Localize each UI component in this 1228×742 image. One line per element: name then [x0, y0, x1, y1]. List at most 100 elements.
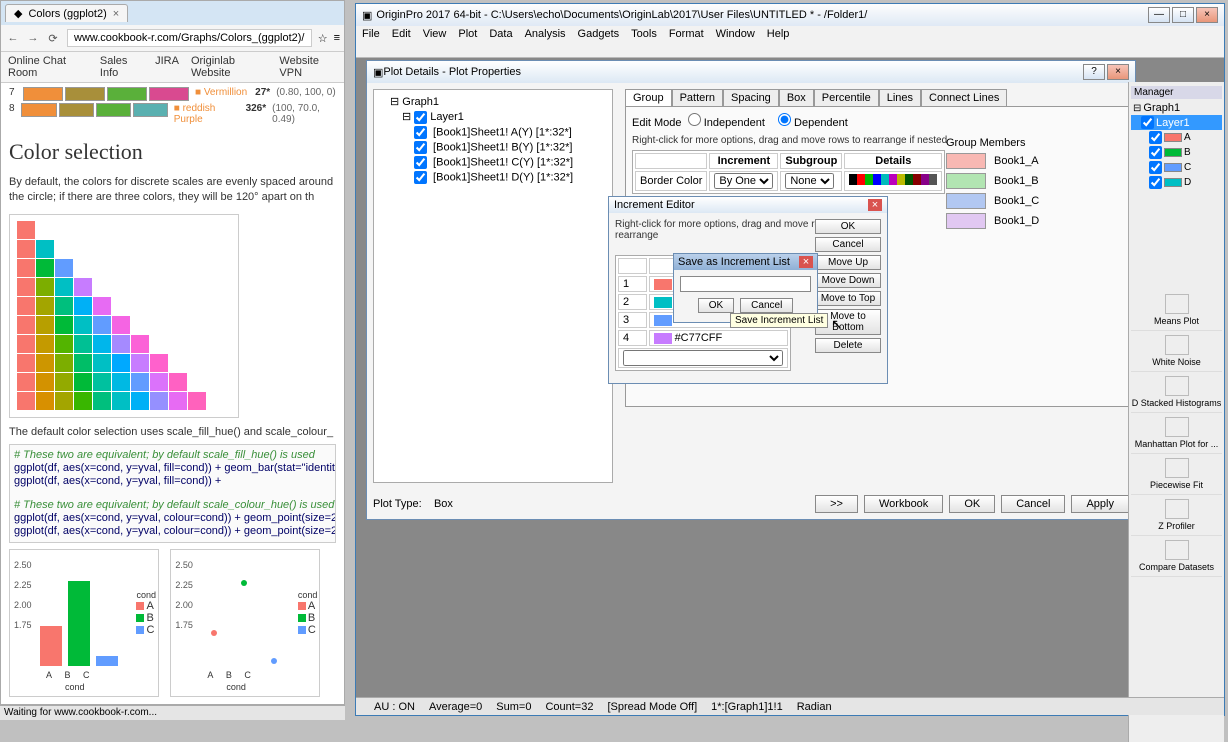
- forward-icon[interactable]: →: [25, 32, 41, 45]
- maximize-button[interactable]: □: [1172, 7, 1194, 23]
- mgr-layer[interactable]: Layer1: [1131, 115, 1222, 130]
- code-block: # These two are equivalent; by default s…: [9, 444, 336, 543]
- tree-plot-item[interactable]: [Book1]Sheet1! D(Y) [1*:32*]: [378, 170, 608, 185]
- mgr-item[interactable]: C: [1131, 160, 1222, 175]
- address-bar[interactable]: www.cookbook-r.com/Graphs/Colors_(ggplot…: [67, 29, 312, 47]
- menu-analysis[interactable]: Analysis: [525, 28, 566, 40]
- bookmark[interactable]: Online Chat Room: [5, 54, 91, 80]
- tab-box[interactable]: Box: [779, 89, 814, 106]
- tab-spacing[interactable]: Spacing: [723, 89, 779, 106]
- plot-details-titlebar[interactable]: ▣ Plot Details - Plot Properties ?×: [367, 61, 1135, 83]
- back-icon[interactable]: ←: [5, 32, 21, 45]
- mgr-item[interactable]: A: [1131, 130, 1222, 145]
- tool-z-profiler[interactable]: Z Profiler: [1131, 495, 1222, 536]
- expand-button[interactable]: >>: [815, 495, 858, 513]
- menu-tools[interactable]: Tools: [631, 28, 657, 40]
- menu-view[interactable]: View: [423, 28, 447, 40]
- tab-connect-lines[interactable]: Connect Lines: [921, 89, 1007, 106]
- bookmark[interactable]: Originlab Website: [188, 54, 270, 80]
- palette-preview[interactable]: [849, 174, 937, 185]
- swatch-row: 7■ Vermillion27*(0.80, 100, 0): [9, 87, 336, 101]
- star-icon[interactable]: ☆: [318, 32, 328, 45]
- menu-help[interactable]: Help: [767, 28, 790, 40]
- move-up-button[interactable]: Move Up: [815, 255, 881, 270]
- bookmark[interactable]: Website VPN: [276, 54, 340, 80]
- tool-d-stacked-histograms[interactable]: D Stacked Histograms: [1131, 372, 1222, 413]
- tab-lines[interactable]: Lines: [879, 89, 921, 106]
- tab-pattern[interactable]: Pattern: [672, 89, 723, 106]
- increment-dropdown[interactable]: [623, 350, 783, 366]
- tree-plot-item[interactable]: [Book1]Sheet1! C(Y) [1*:32*]: [378, 155, 608, 170]
- menu-plot[interactable]: Plot: [458, 28, 477, 40]
- tree-plot-item[interactable]: [Book1]Sheet1! B(Y) [1*:32*]: [378, 140, 608, 155]
- delete-button[interactable]: Delete: [815, 338, 881, 353]
- intro-text: By default, the colors for discrete scal…: [9, 175, 336, 206]
- tab-group[interactable]: Group: [625, 89, 672, 106]
- status-segment: [Spread Mode Off]: [607, 701, 697, 713]
- save-increment-titlebar[interactable]: Save as Increment List ×: [674, 254, 817, 270]
- menu-window[interactable]: Window: [716, 28, 755, 40]
- close-button[interactable]: ×: [1196, 7, 1218, 23]
- menu-gadgets[interactable]: Gadgets: [578, 28, 620, 40]
- heading-color-selection: Color selection: [9, 139, 336, 165]
- reload-icon[interactable]: ⟳: [45, 32, 61, 45]
- tool-piecewise-fit[interactable]: Piecewise Fit: [1131, 454, 1222, 495]
- subgroup-select[interactable]: None: [785, 173, 834, 189]
- member-row: Book1_C: [946, 193, 1116, 209]
- menu-edit[interactable]: Edit: [392, 28, 411, 40]
- minimize-button[interactable]: —: [1148, 7, 1170, 23]
- cancel-button[interactable]: Cancel: [1001, 495, 1065, 513]
- mgr-item[interactable]: B: [1131, 145, 1222, 160]
- increment-select[interactable]: By One: [714, 173, 773, 189]
- member-row: Book1_A: [946, 153, 1116, 169]
- bookmark[interactable]: Sales Info: [97, 54, 146, 80]
- mgr-item[interactable]: D: [1131, 175, 1222, 190]
- increment-row[interactable]: 4#C77CFF: [618, 330, 788, 346]
- cancel-button[interactable]: Cancel: [740, 298, 793, 313]
- dialog-close-button[interactable]: ×: [1107, 64, 1129, 80]
- chrome-toolbar: ← → ⟳ www.cookbook-r.com/Graphs/Colors_(…: [1, 25, 344, 52]
- member-row: Book1_B: [946, 173, 1116, 189]
- apply-button[interactable]: Apply: [1071, 495, 1129, 513]
- close-tab-icon[interactable]: ×: [113, 8, 119, 20]
- dialog-help-button[interactable]: ?: [1083, 64, 1105, 80]
- bookmark[interactable]: JIRA: [152, 54, 182, 80]
- menu-file[interactable]: File: [362, 28, 380, 40]
- close-icon[interactable]: ×: [868, 199, 882, 211]
- menu-icon[interactable]: ≡: [334, 32, 340, 44]
- color-pyramid: [9, 214, 239, 418]
- chrome-tabstrip: ◆ Colors (ggplot2) ×: [1, 1, 344, 25]
- plot-details-footer: Plot Type: Box >> Workbook OK Cancel App…: [367, 489, 1135, 519]
- tool-manhattan-plot-for-[interactable]: Manhattan Plot for ...: [1131, 413, 1222, 454]
- plot-tree[interactable]: ⊟ Graph1 ⊟ Layer1 [Book1]Sheet1! A(Y) [1…: [373, 89, 613, 483]
- mgr-root[interactable]: ⊟ Graph1: [1131, 101, 1222, 115]
- member-row: Book1_D: [946, 213, 1116, 229]
- tab-percentile[interactable]: Percentile: [814, 89, 879, 106]
- cancel-button[interactable]: Cancel: [815, 237, 881, 252]
- menu-format[interactable]: Format: [669, 28, 704, 40]
- save-increment-title: Save as Increment List: [678, 256, 799, 268]
- tool-white-noise[interactable]: White Noise: [1131, 331, 1222, 372]
- increment-name-input[interactable]: [680, 276, 811, 292]
- ok-button[interactable]: OK: [698, 298, 734, 313]
- group-table[interactable]: IncrementSubgroupDetails Border Color By…: [632, 150, 945, 194]
- move-down-button[interactable]: Move Down: [815, 273, 881, 288]
- ok-button[interactable]: OK: [815, 219, 881, 234]
- move-to-top-button[interactable]: Move to Top: [815, 291, 881, 306]
- status-segment: Radian: [797, 701, 832, 713]
- independent-radio[interactable]: Independent: [688, 117, 765, 129]
- close-icon[interactable]: ×: [799, 256, 813, 268]
- menu-data[interactable]: Data: [489, 28, 512, 40]
- tool-means-plot[interactable]: Means Plot: [1131, 290, 1222, 331]
- dependent-radio[interactable]: Dependent: [778, 117, 848, 129]
- origin-workspace: ▣ Plot Details - Plot Properties ?× ⊟ Gr…: [356, 58, 1224, 715]
- default-text: The default color selection uses scale_f…: [9, 426, 336, 438]
- chrome-tab[interactable]: ◆ Colors (ggplot2) ×: [5, 4, 128, 22]
- layer-checkbox[interactable]: [414, 111, 427, 124]
- increment-editor-titlebar[interactable]: Increment Editor ×: [609, 197, 887, 213]
- tool-compare-datasets[interactable]: Compare Datasets: [1131, 536, 1222, 577]
- origin-menubar: File Edit View Plot Data Analysis Gadgets Tools…: [356, 26, 1224, 42]
- tree-plot-item[interactable]: [Book1]Sheet1! A(Y) [1*:32*]: [378, 125, 608, 140]
- workbook-button[interactable]: Workbook: [864, 495, 943, 513]
- ok-button[interactable]: OK: [949, 495, 995, 513]
